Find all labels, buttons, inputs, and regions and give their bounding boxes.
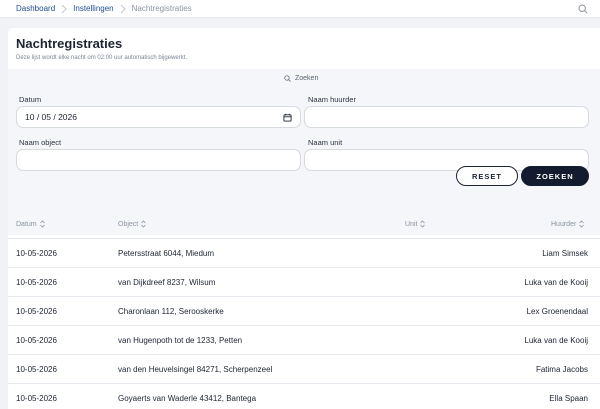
cell-object: Petersstraat 6044, Miedum [118,249,215,258]
column-unit-label: Unit [405,220,418,228]
cell-datum: 10-05-2026 [16,394,57,403]
datum-label: Datum [19,95,42,104]
column-datum-label: Datum [16,220,37,228]
cell-object: Goyaerts van Waderle 43412, Bantega [118,394,257,403]
page-subtitle: Deze lijst wordt elke nacht om 02:00 uur… [16,55,188,61]
cell-huurder: Fatima Jacobs [535,365,588,374]
cell-datum: 10-05-2026 [16,365,57,374]
object-label: Naam object [19,138,62,147]
table-row[interactable]: 10-05-2026 van Hugenpoth tot de 1233, Pe… [8,326,600,355]
object-field[interactable] [16,149,301,171]
table-row[interactable]: 10-05-2026 van den Heuvelsingel 84271, S… [8,355,600,384]
table-header: Datum Object Unit Huurder [8,211,600,239]
table-row[interactable]: 10-05-2026 van Dijkdreef 8237, Wilsum Lu… [8,268,600,297]
breadcrumb-instellingen[interactable]: Instellingen [73,4,113,13]
search-toggle[interactable]: Zoeken [284,73,318,83]
breadcrumb-bar: Dashboard Instellingen Nachtregistraties [0,0,600,18]
unit-label: Naam unit [308,138,343,147]
cell-huurder: Luka van de Kooij [524,278,588,287]
table-row[interactable]: 10-05-2026 Goyaerts van Waderle 43412, B… [8,384,600,409]
column-datum[interactable]: Datum [16,220,45,228]
datum-value: 10 / 05 / 2026 [25,112,77,122]
sort-icon [420,220,426,228]
table-row[interactable]: 10-05-2026 Petersstraat 6044, Miedum Lia… [8,239,600,268]
column-object-label: Object [118,220,139,228]
datum-field[interactable]: 10 / 05 / 2026 [16,106,301,128]
registrations-card: Nachtregistraties Deze lijst wordt elke … [8,28,600,409]
calendar-icon[interactable] [283,113,292,122]
sort-icon [39,220,45,228]
cell-huurder: Lex Groenendaal [526,307,588,316]
cell-object: van Dijkdreef 8237, Wilsum [118,278,216,287]
table-row[interactable]: 10-05-2026 Charonlaan 112, Serooskerke L… [8,297,600,326]
sort-icon [579,220,585,228]
chevron-right-icon [114,4,132,14]
chevron-right-icon [55,4,73,14]
search-icon[interactable] [578,4,588,14]
sort-icon [141,220,147,228]
cell-object: van Hugenpoth tot de 1233, Petten [118,336,243,345]
cell-datum: 10-05-2026 [16,307,57,316]
page-title: Nachtregistraties [16,36,123,51]
huurder-label: Naam huurder [308,95,356,104]
cell-datum: 10-05-2026 [16,336,57,345]
cell-datum: 10-05-2026 [16,278,57,287]
reset-button[interactable]: RESET [456,166,518,186]
column-huurder[interactable]: Huurder [551,220,585,228]
cell-huurder: Ella Spaan [549,394,588,403]
column-huurder-label: Huurder [551,220,577,228]
huurder-field[interactable] [304,106,589,128]
cell-object: Charonlaan 112, Serooskerke [118,307,224,316]
cell-datum: 10-05-2026 [16,249,57,258]
search-button[interactable]: ZOEKEN [521,166,589,186]
search-toggle-label: Zoeken [295,74,319,82]
cell-huurder: Liam Simsek [542,249,588,258]
breadcrumb-current: Nachtregistraties [131,4,192,13]
column-unit[interactable]: Unit [405,220,426,228]
column-object[interactable]: Object [118,220,147,228]
cell-object: van den Heuvelsingel 84271, Scherpenzeel [118,365,273,374]
breadcrumb-dashboard[interactable]: Dashboard [16,4,55,13]
cell-huurder: Luka van de Kooij [524,336,588,345]
search-icon [284,74,291,82]
